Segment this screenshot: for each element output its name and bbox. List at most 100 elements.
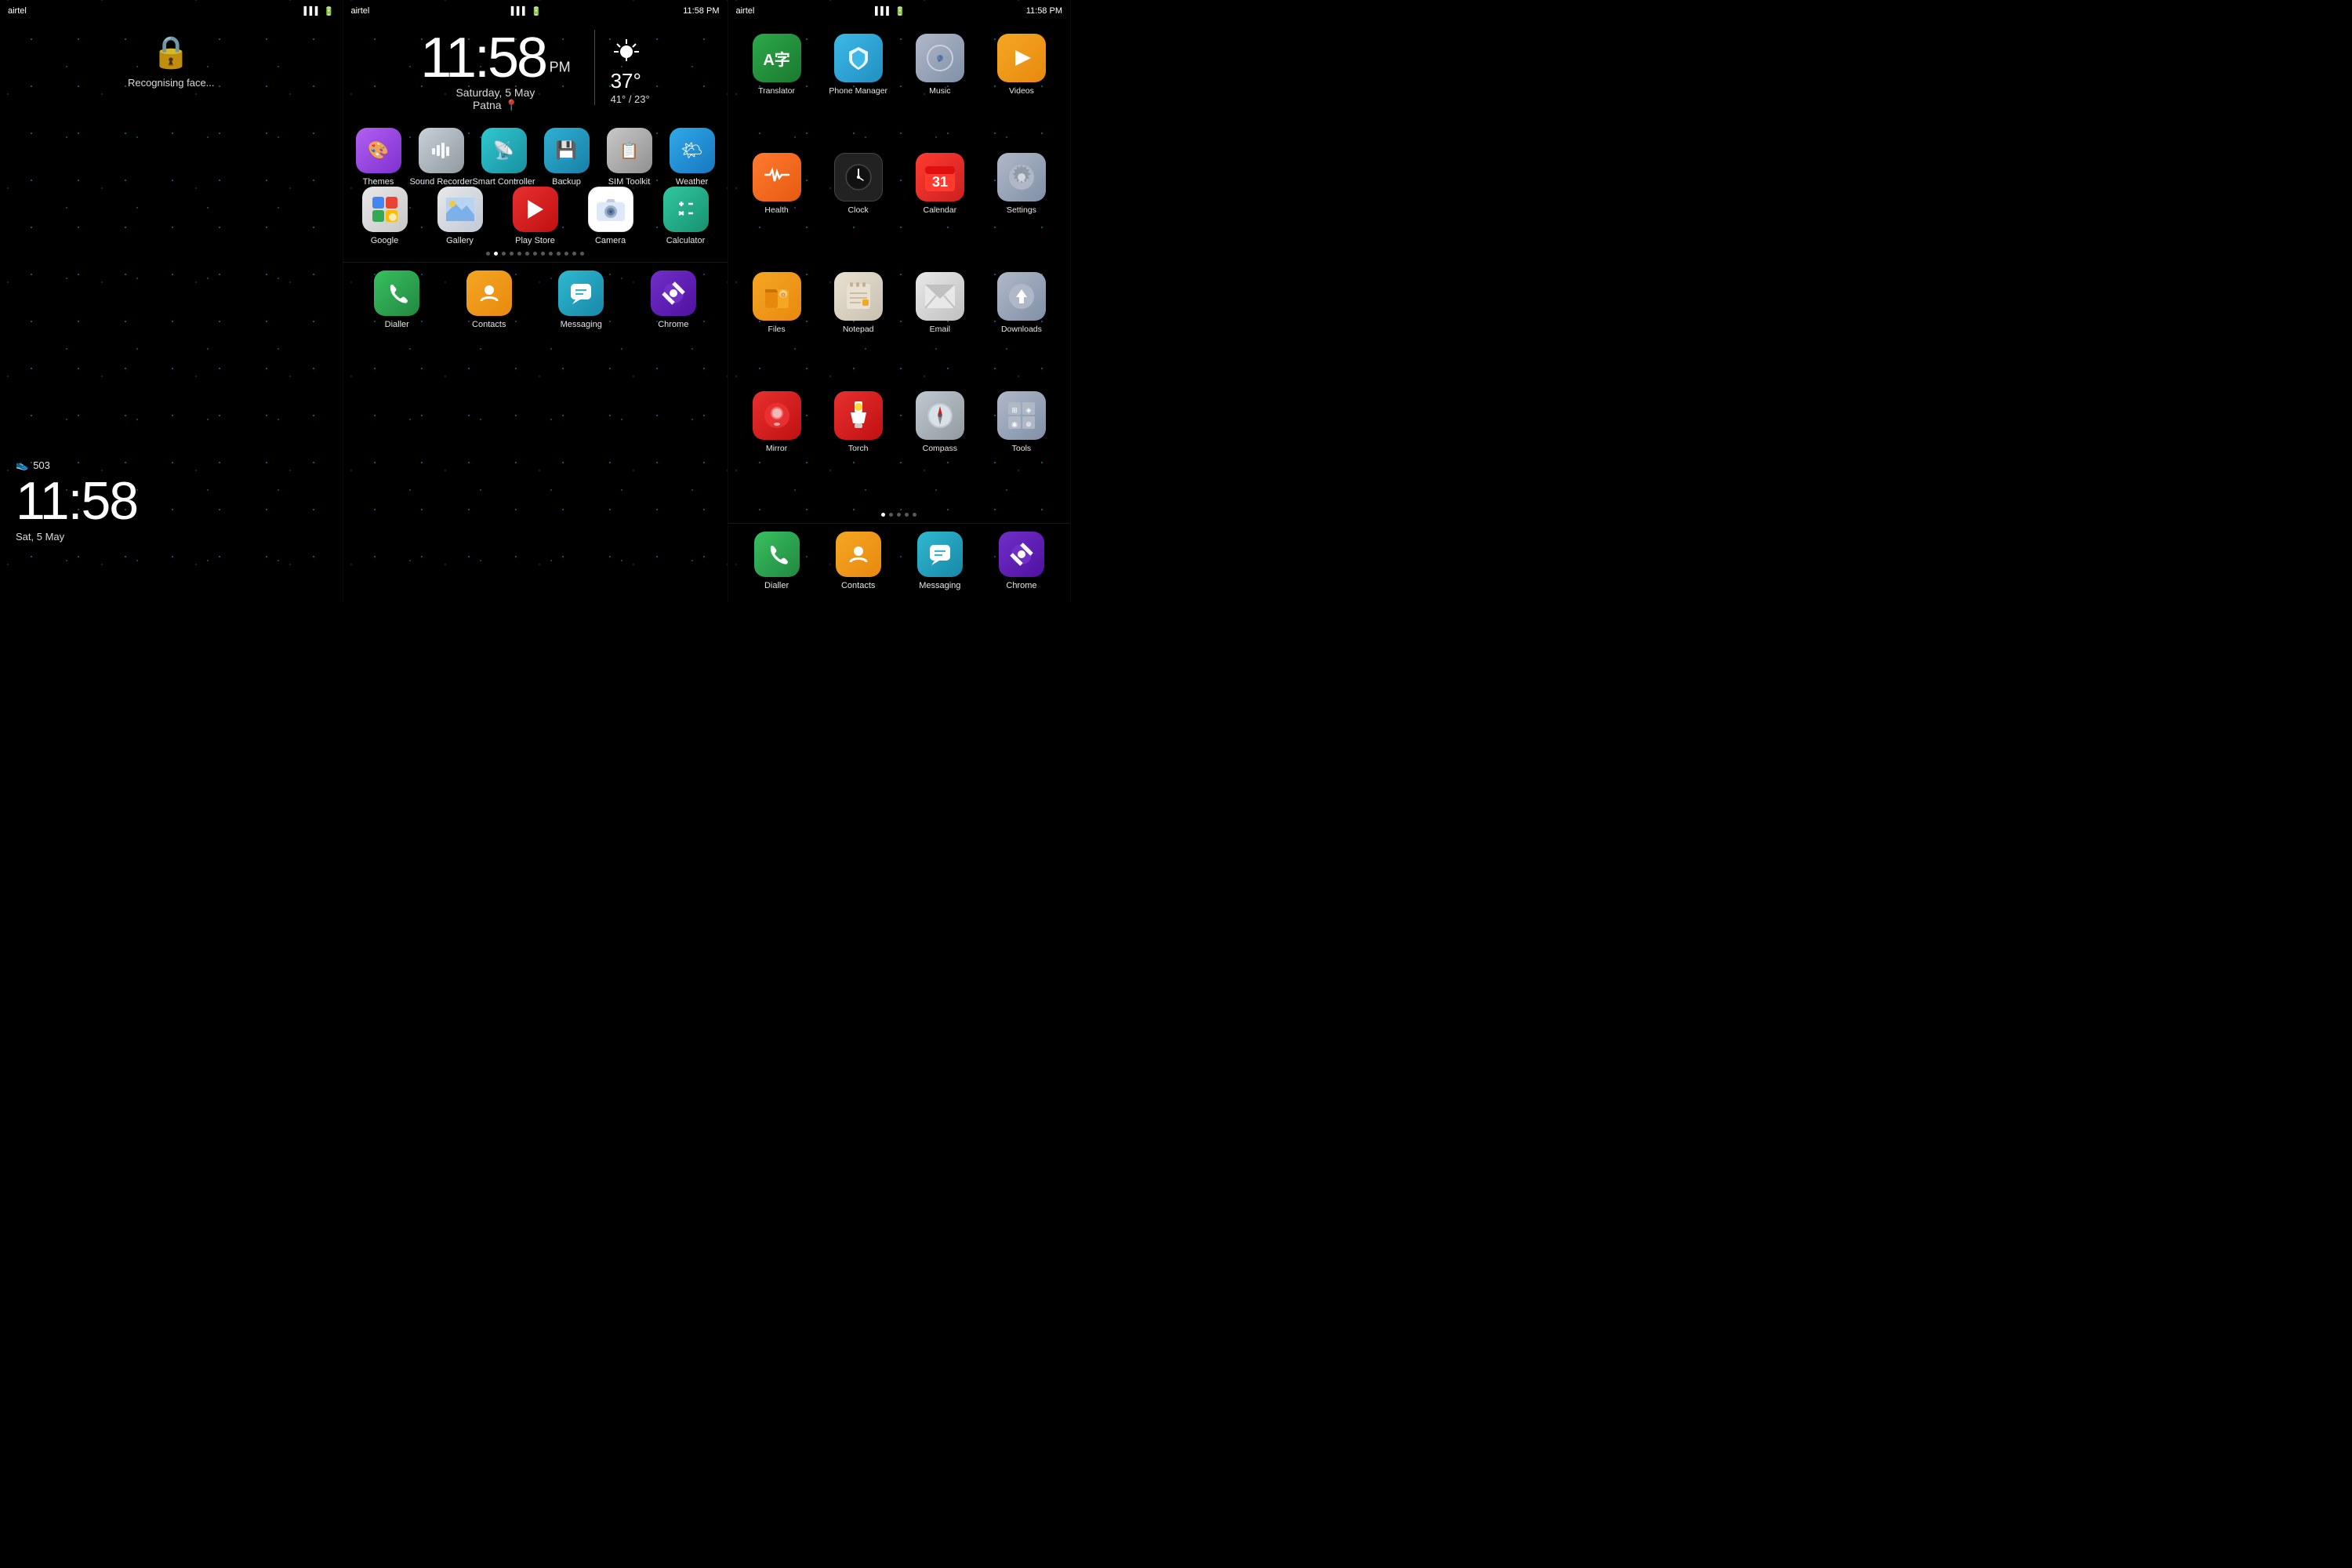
drawer-app-music[interactable]: ♪ Music xyxy=(899,26,981,145)
app-backup[interactable]: 💾 Backup xyxy=(535,128,598,187)
clock-display: 11:58 PM xyxy=(420,30,570,86)
drawer-app-videos[interactable]: Videos xyxy=(981,26,1062,145)
dot-1 xyxy=(494,252,498,256)
weather-temp: 37° xyxy=(611,69,641,93)
dot-12 xyxy=(580,252,584,256)
clock-icon xyxy=(834,153,883,201)
phone-manager-label: Phone Manager xyxy=(829,86,887,96)
camera-shortcut-icon[interactable]: 📷 xyxy=(0,543,319,563)
messaging-icon-p3 xyxy=(917,532,963,577)
play-store-icon xyxy=(513,187,558,232)
home-screen-panel: airtel ▌▌▌ 🔋 11:58 PM 11:58 PM Saturday,… xyxy=(343,0,728,602)
camera-label: Camera xyxy=(595,236,626,245)
chrome-icon xyxy=(651,270,696,316)
app-weather[interactable]: 🌤 Weather xyxy=(661,128,724,187)
chrome-label-p3: Chrome xyxy=(1006,581,1036,590)
battery-icon-p3: 🔋 xyxy=(895,6,906,16)
app-smart-controller[interactable]: 📡 Smart Controller xyxy=(473,128,535,187)
dock-dialler[interactable]: Dialler xyxy=(365,270,428,329)
drawer-app-compass[interactable]: Compass xyxy=(899,383,981,503)
weather-icon: 🌤 xyxy=(670,128,715,173)
dock-chrome-p3[interactable]: Chrome xyxy=(990,532,1053,590)
drawer-app-settings[interactable]: Settings xyxy=(981,145,1062,264)
sound-recorder-icon xyxy=(419,128,464,173)
drawer-app-mirror[interactable]: Mirror xyxy=(736,383,818,503)
drawer-app-clock[interactable]: Clock xyxy=(818,145,899,264)
clock-weather-widget: 11:58 PM Saturday, 5 May Patna 📍 xyxy=(343,22,728,128)
svg-text:⊕: ⊕ xyxy=(1025,420,1032,428)
sound-recorder-label: Sound Recorder xyxy=(409,177,472,187)
app-themes[interactable]: 🎨 Themes xyxy=(347,128,410,187)
drawer-app-email[interactable]: Email xyxy=(899,264,981,383)
drawer-app-downloads[interactable]: Downloads xyxy=(981,264,1062,383)
dock-panel3: Dialler Contacts Messaging xyxy=(728,523,1071,602)
calendar-icon: 31 xyxy=(916,153,964,201)
music-icon: ♪ xyxy=(916,34,964,82)
svg-text:⚙: ⚙ xyxy=(780,292,786,299)
dock-contacts-p3[interactable]: Contacts xyxy=(827,532,890,590)
chrome-icon-p3 xyxy=(999,532,1044,577)
app-gallery[interactable]: Gallery xyxy=(429,187,492,245)
status-center-p2: ▌▌▌ 🔋 xyxy=(511,6,542,16)
dock-dialler-p3[interactable]: Dialler xyxy=(746,532,808,590)
contacts-label-p3: Contacts xyxy=(841,581,875,590)
app-sound-recorder[interactable]: Sound Recorder xyxy=(410,128,473,187)
compass-label: Compass xyxy=(923,444,957,453)
page-indicator xyxy=(343,245,728,262)
google-icon xyxy=(362,187,408,232)
clock-time: 11:58 xyxy=(420,27,546,89)
dialler-label-p3: Dialler xyxy=(764,581,789,590)
carrier-label-p2: airtel xyxy=(351,6,370,16)
drawer-app-health[interactable]: Health xyxy=(736,145,818,264)
dock-messaging-p3[interactable]: Messaging xyxy=(909,532,971,590)
weather-condition-icon xyxy=(611,38,642,69)
status-center-p3: ▌▌▌ 🔋 xyxy=(875,6,906,16)
drawer-app-phone-manager[interactable]: Phone Manager xyxy=(818,26,899,145)
app-google[interactable]: Google xyxy=(354,187,416,245)
dot-4 xyxy=(517,252,521,256)
lock-screen-panel: airtel ▌▌▌ 🔋 🔒 Recognising face... 👟 503… xyxy=(0,0,343,602)
drawer-app-calendar[interactable]: 31 Calendar xyxy=(899,145,981,264)
smart-controller-icon: 📡 xyxy=(481,128,527,173)
carrier-label: airtel xyxy=(8,6,27,16)
messaging-label: Messaging xyxy=(561,320,602,329)
themes-icon: 🎨 xyxy=(356,128,401,173)
camera-icon xyxy=(588,187,633,232)
drawer-app-files[interactable]: ⚙ Files xyxy=(736,264,818,383)
tools-icon: ⊞ ◈ ◉ ⊕ xyxy=(997,391,1046,440)
dot-5 xyxy=(525,252,529,256)
gallery-label: Gallery xyxy=(446,236,474,245)
shoe-icon: 👟 xyxy=(16,459,28,471)
backup-icon: 💾 xyxy=(544,128,590,173)
signal-icon-p2: ▌▌▌ xyxy=(511,7,528,16)
app-play-store[interactable]: Play Store xyxy=(504,187,567,245)
compass-icon xyxy=(916,391,964,440)
app-camera[interactable]: Camera xyxy=(579,187,642,245)
drawer-app-torch[interactable]: Torch xyxy=(818,383,899,503)
mirror-icon xyxy=(753,391,801,440)
lock-date: Sat, 5 May xyxy=(16,531,327,543)
drawer-app-tools[interactable]: ⊞ ◈ ◉ ⊕ Tools xyxy=(981,383,1062,503)
sim-toolkit-icon: 📋 xyxy=(607,128,652,173)
drawer-app-notepad[interactable]: Notepad xyxy=(818,264,899,383)
time-label-p2: 11:58 PM xyxy=(683,6,719,16)
dock-chrome[interactable]: Chrome xyxy=(642,270,705,329)
translator-icon: A字 xyxy=(753,34,801,82)
dot-2 xyxy=(502,252,506,256)
play-store-label: Play Store xyxy=(515,236,555,245)
dock-contacts[interactable]: Contacts xyxy=(458,270,521,329)
google-label: Google xyxy=(371,236,398,245)
status-bar-panel2: airtel ▌▌▌ 🔋 11:58 PM xyxy=(343,0,728,22)
dialler-icon xyxy=(374,270,419,316)
dot-7 xyxy=(541,252,545,256)
weather-widget: 37° 41° / 23° xyxy=(594,30,650,105)
signal-icon: ▌▌▌ xyxy=(304,7,321,16)
app-sim-toolkit[interactable]: 📋 SIM Toolkit xyxy=(598,128,661,187)
app-calculator[interactable]: Calculator xyxy=(655,187,717,245)
battery-icon-p2: 🔋 xyxy=(531,6,542,16)
dock-messaging[interactable]: Messaging xyxy=(550,270,612,329)
dot-3 xyxy=(510,252,514,256)
lock-icon: 🔒 xyxy=(151,34,191,71)
files-icon: ⚙ xyxy=(753,272,801,321)
drawer-app-translator[interactable]: A字 Translator xyxy=(736,26,818,145)
